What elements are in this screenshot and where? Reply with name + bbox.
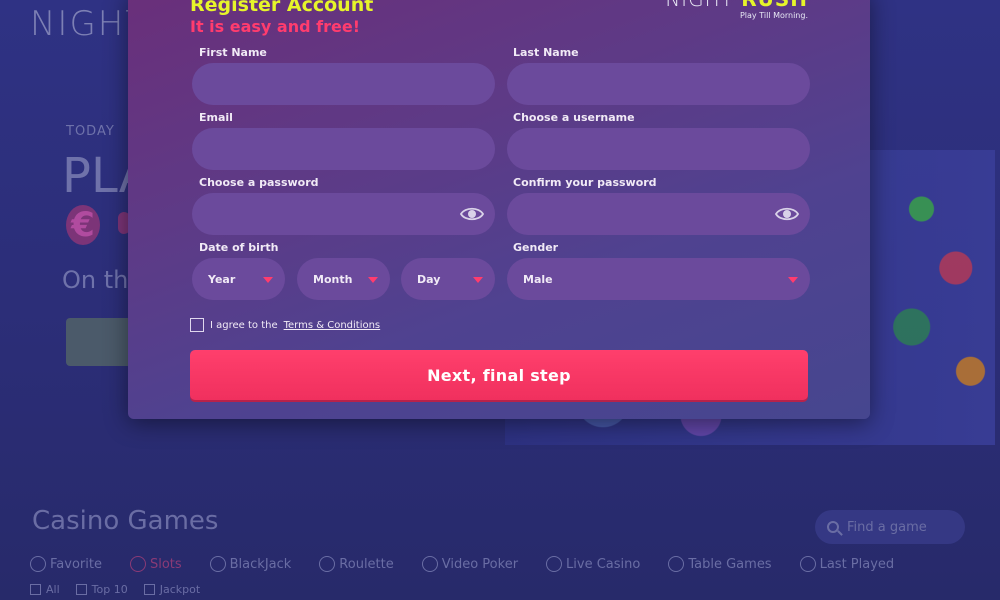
register-modal: Register Account It is easy and free! NI… bbox=[128, 0, 870, 419]
poker-chip-icon bbox=[421, 556, 438, 572]
tab-roulette[interactable]: Roulette bbox=[319, 556, 394, 572]
euro-icon: € bbox=[66, 205, 100, 245]
dob-month-select[interactable]: Month bbox=[297, 258, 390, 300]
tab-label: Slots bbox=[149, 556, 182, 572]
checkbox-icon bbox=[75, 584, 87, 595]
tab-blackjack[interactable]: BlackJack bbox=[209, 556, 292, 572]
tab-label: Favorite bbox=[50, 556, 102, 572]
promo-kicker: TODAY bbox=[66, 124, 115, 139]
tab-label: Roulette bbox=[339, 556, 394, 572]
game-search-placeholder: Find a game bbox=[847, 519, 927, 535]
chevron-down-icon bbox=[788, 277, 798, 283]
last-name-field[interactable] bbox=[507, 63, 810, 105]
star-icon bbox=[30, 556, 46, 572]
dealer-icon bbox=[546, 556, 563, 572]
game-category-tabs: Favorite Slots BlackJack Roulette Video … bbox=[30, 556, 922, 572]
checkbox-icon bbox=[30, 584, 41, 595]
tab-label: Video Poker bbox=[441, 556, 519, 572]
password-label: Choose a password bbox=[199, 176, 319, 189]
tab-slots[interactable]: Slots bbox=[129, 556, 182, 572]
modal-subtitle: It is easy and free! bbox=[190, 17, 360, 36]
dob-day-value: Day bbox=[417, 272, 441, 286]
dob-label: Date of birth bbox=[199, 241, 279, 254]
chevron-down-icon bbox=[263, 277, 273, 283]
dob-month-value: Month bbox=[313, 272, 353, 286]
first-name-label: First Name bbox=[199, 46, 267, 59]
back-arrow-icon bbox=[799, 556, 816, 572]
username-label: Choose a username bbox=[513, 111, 635, 124]
dob-year-value: Year bbox=[208, 272, 236, 286]
show-confirm-password-icon[interactable] bbox=[775, 206, 799, 222]
terms-agreement: I agree to the Terms & Conditions bbox=[190, 318, 380, 332]
tab-last-played[interactable]: Last Played bbox=[799, 556, 895, 572]
slots-icon bbox=[129, 556, 146, 572]
next-step-button[interactable]: Next, final step bbox=[190, 350, 808, 400]
email-field[interactable] bbox=[192, 128, 495, 170]
brand-name: NIGHT RUSH bbox=[665, 0, 808, 11]
promo-subheading: On th bbox=[62, 266, 129, 294]
gender-select[interactable]: Male bbox=[507, 258, 810, 300]
brand-name-light: NIGHT bbox=[665, 0, 734, 11]
filter-label: Jackpot bbox=[159, 583, 201, 596]
modal-title: Register Account bbox=[190, 0, 374, 16]
terms-checkbox[interactable] bbox=[190, 318, 204, 332]
confirm-password-field[interactable] bbox=[507, 193, 810, 235]
terms-prefix: I agree to the bbox=[210, 319, 278, 331]
filter-label: All bbox=[46, 583, 60, 596]
last-name-label: Last Name bbox=[513, 46, 579, 59]
chevron-down-icon bbox=[368, 277, 378, 283]
game-search[interactable]: Find a game bbox=[815, 510, 965, 544]
dob-year-select[interactable]: Year bbox=[192, 258, 285, 300]
email-label: Email bbox=[199, 111, 233, 124]
games-section-title: Casino Games bbox=[32, 506, 219, 536]
tab-live-casino[interactable]: Live Casino bbox=[546, 556, 640, 572]
cards-icon bbox=[209, 556, 226, 572]
tab-label: Last Played bbox=[819, 556, 895, 572]
filter-label: Top 10 bbox=[91, 583, 128, 596]
brand-logo: NIGHT RUSH Play Till Morning. bbox=[665, 0, 808, 20]
brand-tagline: Play Till Morning. bbox=[739, 11, 808, 20]
chevron-down-icon bbox=[473, 277, 483, 283]
brand-name-bold: RUSH bbox=[741, 0, 808, 11]
show-password-icon[interactable] bbox=[460, 206, 484, 222]
roulette-icon bbox=[319, 556, 336, 572]
tab-label: BlackJack bbox=[229, 556, 292, 572]
tab-label: Table Games bbox=[688, 556, 772, 572]
first-name-field[interactable] bbox=[192, 63, 495, 105]
checkbox-icon bbox=[143, 584, 155, 595]
confirm-password-label: Confirm your password bbox=[513, 176, 657, 189]
filter-jackpot[interactable]: Jackpot bbox=[143, 583, 201, 596]
gender-value: Male bbox=[523, 272, 553, 286]
filter-all[interactable]: All bbox=[30, 583, 60, 596]
tab-favorite[interactable]: Favorite bbox=[30, 556, 102, 572]
username-field[interactable] bbox=[507, 128, 810, 170]
password-field[interactable] bbox=[192, 193, 495, 235]
tab-label: Live Casino bbox=[566, 556, 641, 572]
tab-video-poker[interactable]: Video Poker bbox=[421, 556, 519, 572]
filter-top-10[interactable]: Top 10 bbox=[75, 583, 128, 596]
tab-table-games[interactable]: Table Games bbox=[668, 556, 772, 572]
search-icon bbox=[827, 521, 839, 533]
game-filters: All Top 10 Jackpot bbox=[30, 583, 200, 596]
table-icon bbox=[668, 556, 685, 572]
terms-link[interactable]: Terms & Conditions bbox=[284, 320, 381, 331]
dob-day-select[interactable]: Day bbox=[401, 258, 495, 300]
gender-label: Gender bbox=[513, 241, 559, 254]
